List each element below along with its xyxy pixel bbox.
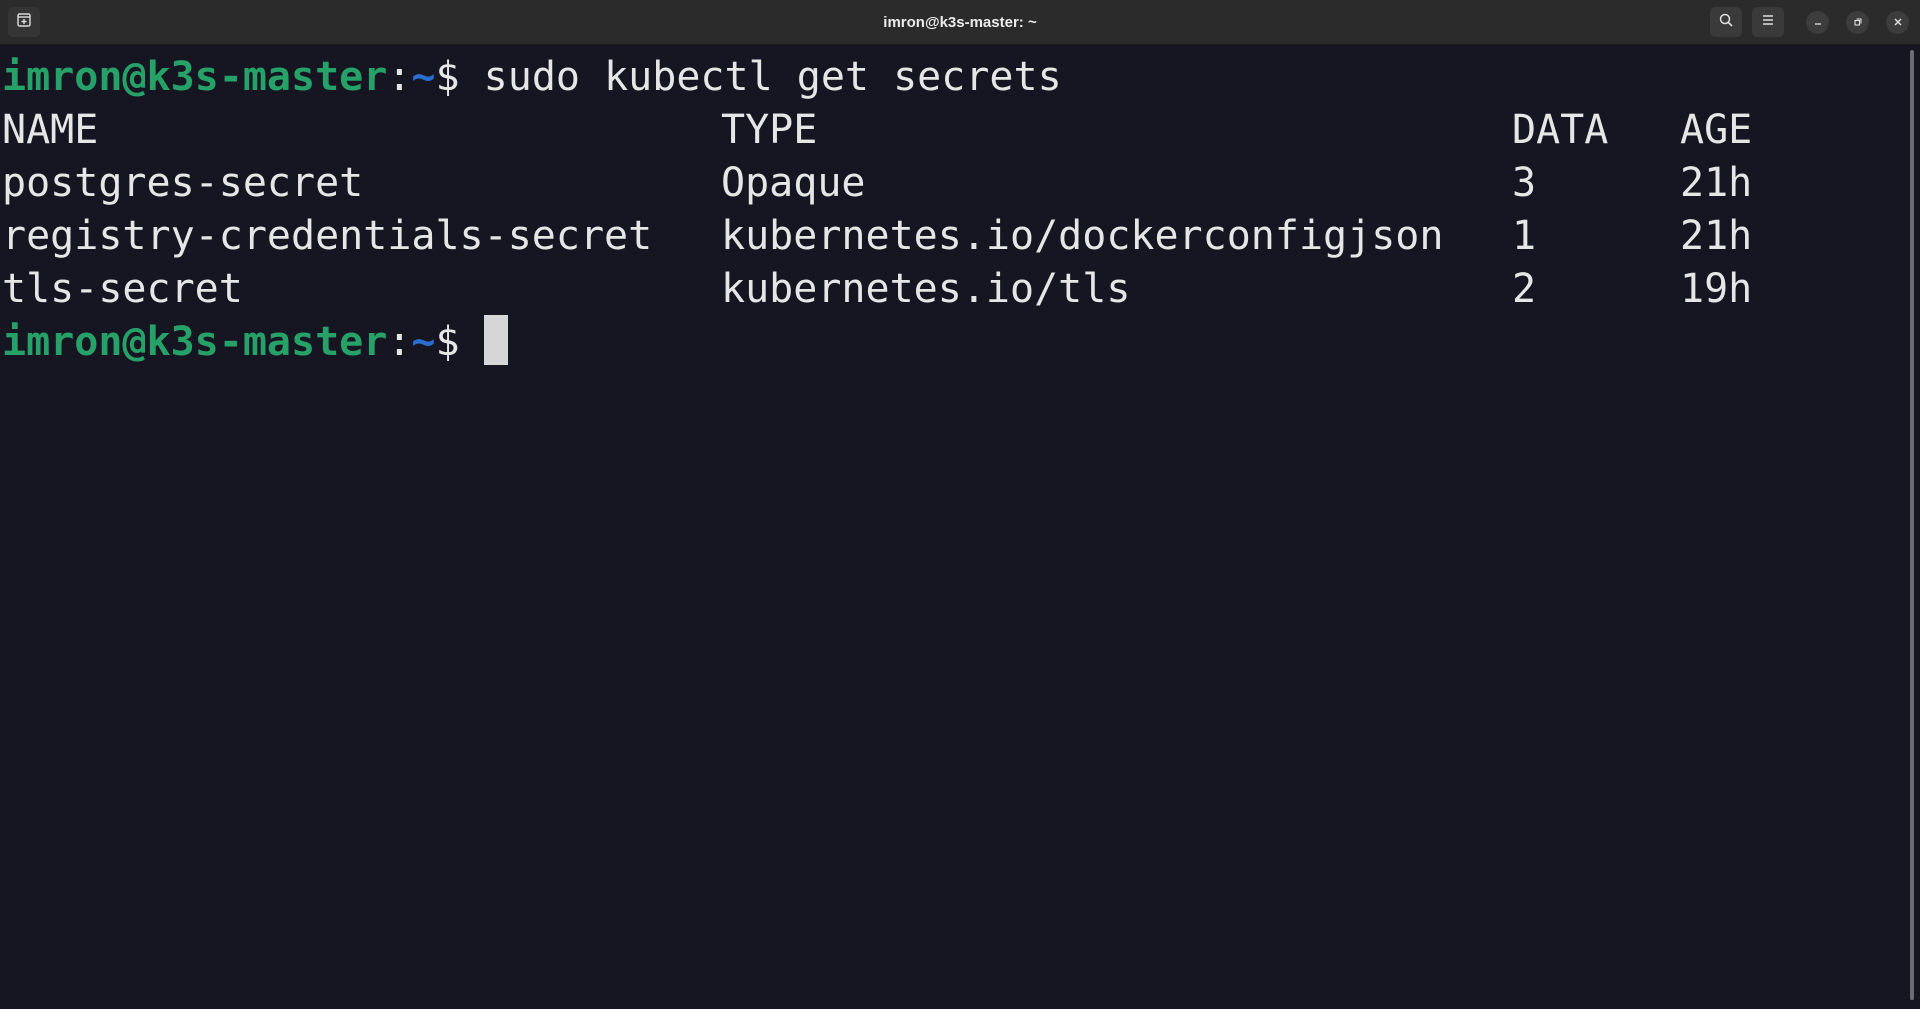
secret-type: kubernetes.io/tls <box>721 266 1131 312</box>
terminal-output[interactable]: imron@k3s-master:~$ sudo kubectl get sec… <box>0 47 1908 1009</box>
secret-name: tls-secret <box>2 266 243 312</box>
maximize-button[interactable] <box>1846 11 1869 34</box>
command-line: imron@k3s-master:~$ sudo kubectl get sec… <box>2 51 1062 104</box>
header-name: NAME <box>2 107 99 153</box>
prompt-path: ~ <box>411 54 436 100</box>
current-prompt-line[interactable]: imron@k3s-master:~$ <box>2 315 508 369</box>
secret-type: kubernetes.io/dockerconfigjson <box>721 213 1444 259</box>
header-data: DATA <box>1512 107 1609 153</box>
secret-age: 21h <box>1680 160 1753 206</box>
close-button[interactable] <box>1886 11 1909 34</box>
search-button[interactable] <box>1710 7 1742 37</box>
table-row: registry-credentials-secret kubernetes.i… <box>2 210 1902 263</box>
prompt-colon: : <box>387 54 412 100</box>
window-title: imron@k3s-master: ~ <box>883 14 1037 31</box>
close-icon <box>1893 14 1903 32</box>
secret-name: registry-credentials-secret <box>2 213 653 259</box>
hamburger-menu-icon <box>1760 12 1776 33</box>
secret-age: 21h <box>1680 213 1753 259</box>
minimize-button[interactable] <box>1806 11 1829 34</box>
prompt-user-host: imron@k3s-master <box>2 319 388 365</box>
prompt-colon: : <box>387 319 412 365</box>
terminal-window: imron@k3s-master: ~ imron@k3s-master:~$ … <box>0 0 1920 1009</box>
command-text: sudo kubectl get secrets <box>459 54 1062 100</box>
restore-icon <box>1853 14 1863 32</box>
text-cursor <box>483 315 508 365</box>
secret-type: Opaque <box>721 160 866 206</box>
prompt-path: ~ <box>411 319 436 365</box>
header-type: TYPE <box>721 107 818 153</box>
prompt-user-host: imron@k3s-master <box>2 54 388 100</box>
search-icon <box>1718 12 1734 33</box>
secret-data-count: 1 <box>1512 213 1537 259</box>
prompt-dollar: $ <box>435 319 460 365</box>
minimize-icon <box>1813 14 1823 32</box>
secret-age: 19h <box>1680 266 1753 312</box>
table-row: tls-secret kubernetes.io/tls 2 19h <box>2 263 1902 316</box>
menu-button[interactable] <box>1752 7 1784 37</box>
header-age: AGE <box>1680 107 1753 153</box>
table-row: postgres-secret Opaque 3 21h <box>2 157 1902 210</box>
secret-data-count: 2 <box>1512 266 1537 312</box>
title-bar: imron@k3s-master: ~ <box>0 0 1920 45</box>
scrollbar[interactable] <box>1910 50 1914 1000</box>
prompt-dollar: $ <box>435 54 460 100</box>
table-header: NAME TYPE DATA AGE <box>2 104 1902 157</box>
secret-data-count: 3 <box>1512 160 1537 206</box>
secret-name: postgres-secret <box>2 160 364 206</box>
